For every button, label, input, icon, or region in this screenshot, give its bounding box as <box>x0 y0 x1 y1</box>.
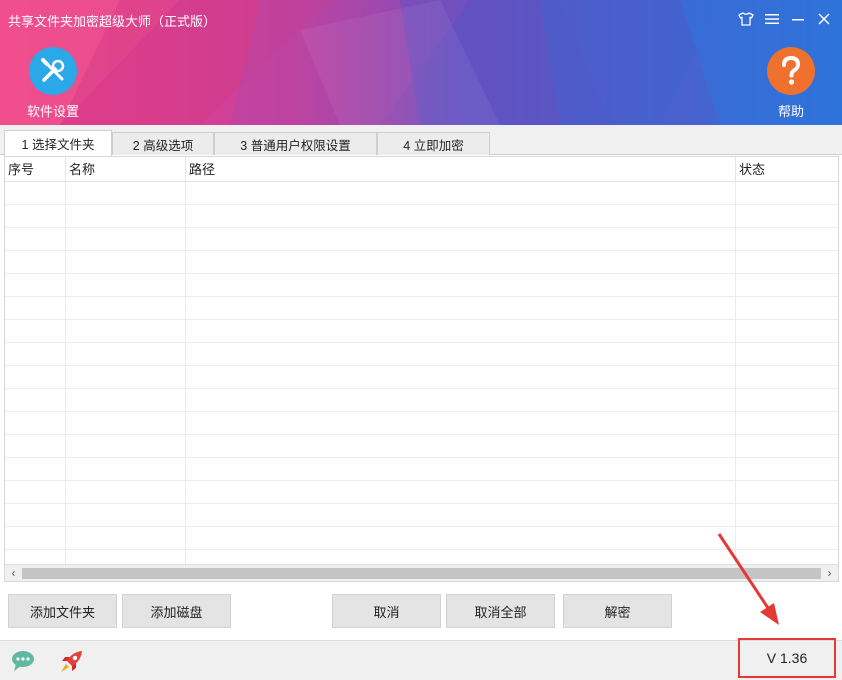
table-row[interactable] <box>5 320 838 343</box>
add-folder-button[interactable]: 添加文件夹 <box>8 594 117 628</box>
column-divider <box>185 182 186 564</box>
rocket-icon[interactable] <box>58 649 86 678</box>
scroll-left-icon[interactable]: ‹ <box>5 565 22 581</box>
decrypt-button[interactable]: 解密 <box>563 594 672 628</box>
column-header-name[interactable]: 名称 <box>66 157 186 182</box>
cancel-button[interactable]: 取消 <box>332 594 441 628</box>
help-button[interactable]: 帮助 <box>756 47 826 120</box>
table-row[interactable] <box>5 435 838 458</box>
close-icon[interactable] <box>814 8 834 30</box>
window-controls <box>736 8 834 30</box>
table-row[interactable] <box>5 504 838 527</box>
tools-icon <box>29 47 77 95</box>
minimize-icon[interactable] <box>788 8 808 30</box>
tab-bar: 1 选择文件夹 2 高级选项 3 普通用户权限设置 4 立即加密 <box>0 125 842 156</box>
column-divider <box>65 182 66 564</box>
add-disk-button[interactable]: 添加磁盘 <box>122 594 231 628</box>
table-row[interactable] <box>5 228 838 251</box>
horizontal-scrollbar[interactable]: ‹ › <box>5 564 838 581</box>
scrollbar-thumb[interactable] <box>22 568 821 579</box>
tab-advanced-options[interactable]: 2 高级选项 <box>112 132 214 155</box>
table-row[interactable] <box>5 251 838 274</box>
table-row[interactable] <box>5 481 838 504</box>
cancel-all-button[interactable]: 取消全部 <box>446 594 555 628</box>
column-header-path[interactable]: 路径 <box>186 157 736 182</box>
header-banner: 共享文件夹加密超级大师（正式版） 软件设置 帮助 <box>0 0 842 125</box>
app-title: 共享文件夹加密超级大师（正式版） <box>8 14 217 29</box>
column-header-index[interactable]: 序号 <box>5 157 66 182</box>
settings-button[interactable]: 软件设置 <box>18 47 88 120</box>
help-icon <box>767 47 815 95</box>
table-row[interactable] <box>5 297 838 320</box>
action-bar: 添加文件夹 添加磁盘 取消 取消全部 解密 <box>0 584 842 640</box>
scroll-right-icon[interactable]: › <box>821 565 838 581</box>
table-row[interactable] <box>5 343 838 366</box>
table-row[interactable] <box>5 366 838 389</box>
table-row[interactable] <box>5 527 838 550</box>
version-label: V 1.36 <box>738 638 836 678</box>
table-row[interactable] <box>5 389 838 412</box>
status-bar: V 1.36 <box>0 638 842 680</box>
table-row[interactable] <box>5 205 838 228</box>
column-header-status[interactable]: 状态 <box>736 157 838 182</box>
table-header: 序号 名称 路径 状态 <box>5 157 838 182</box>
table-row[interactable] <box>5 412 838 435</box>
table-row[interactable] <box>5 458 838 481</box>
table-body <box>5 182 838 573</box>
chat-icon[interactable] <box>11 649 39 676</box>
help-label: 帮助 <box>777 104 804 119</box>
tab-select-folder[interactable]: 1 选择文件夹 <box>4 130 112 156</box>
folder-table[interactable]: 序号 名称 路径 状态 ‹ › <box>4 156 839 582</box>
column-divider <box>735 182 736 564</box>
shirt-icon[interactable] <box>736 8 756 30</box>
menu-icon[interactable] <box>762 8 782 30</box>
settings-label: 软件设置 <box>26 104 79 119</box>
tab-encrypt-now[interactable]: 4 立即加密 <box>377 132 490 155</box>
tab-user-permissions[interactable]: 3 普通用户权限设置 <box>214 132 377 155</box>
table-row[interactable] <box>5 182 838 205</box>
table-row[interactable] <box>5 274 838 297</box>
